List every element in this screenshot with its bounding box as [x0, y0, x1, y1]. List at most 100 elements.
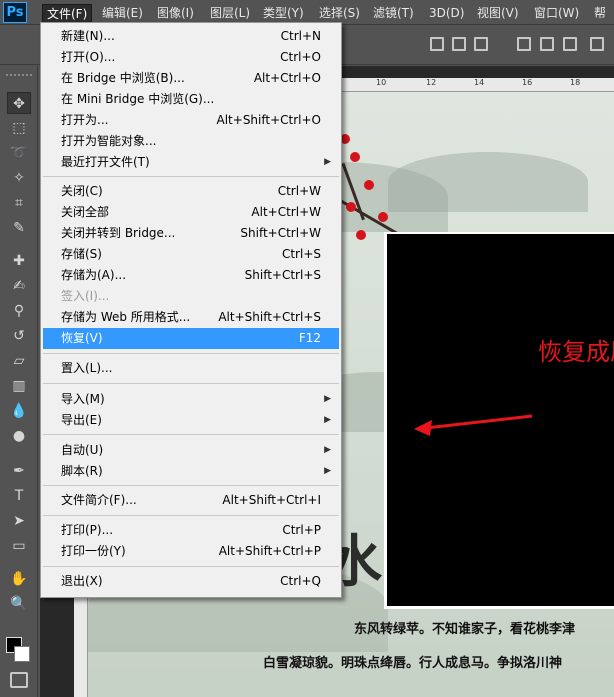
submenu-arrow-icon: ▶	[324, 445, 331, 455]
ruler-tick: 10	[376, 78, 387, 87]
panel-grip[interactable]	[6, 74, 32, 78]
poem-line: 白雪凝琼貌。明珠点绛唇。行人成息马。争拟洛川神	[263, 656, 563, 671]
menu-item-new[interactable]: 新建(N)... Ctrl+N	[43, 26, 339, 47]
menu-item-place[interactable]: 置入(L)...	[43, 358, 339, 379]
menu-item-shortcut: Alt+Shift+Ctrl+P	[218, 544, 321, 558]
menu-item-label: 签入(I)...	[61, 289, 110, 303]
align-top-icon[interactable]	[430, 37, 444, 51]
menu-item-print[interactable]: 打印(P)... Ctrl+P	[43, 520, 339, 541]
menu-3d[interactable]: 3D(D)	[425, 4, 468, 22]
gradient-tool-icon[interactable]: ▥	[7, 375, 31, 397]
background-color-swatch[interactable]	[14, 646, 30, 662]
crop-tool-icon[interactable]: ⌗	[7, 192, 31, 214]
menu-item-automate[interactable]: 自动(U) ▶	[43, 440, 339, 461]
submenu-arrow-icon: ▶	[324, 157, 331, 167]
history-brush-tool-icon[interactable]: ↺	[7, 325, 31, 347]
menu-layer[interactable]: 图层(L)	[206, 4, 254, 22]
menu-item-save-for-web[interactable]: 存储为 Web 所用格式... Alt+Shift+Ctrl+S	[43, 307, 339, 328]
menu-item-export[interactable]: 导出(E) ▶	[43, 410, 339, 431]
move-tool-icon[interactable]: ✥	[7, 92, 31, 114]
rectangle-tool-icon[interactable]: ▭	[7, 535, 31, 557]
menu-item-close-go-bridge[interactable]: 关闭并转到 Bridge... Shift+Ctrl+W	[43, 223, 339, 244]
menu-item-exit[interactable]: 退出(X) Ctrl+Q	[43, 571, 339, 592]
menu-image[interactable]: 图像(I)	[153, 4, 198, 22]
menu-item-browse-mini-bridge[interactable]: 在 Mini Bridge 中浏览(G)...	[43, 89, 339, 110]
submenu-arrow-icon: ▶	[324, 466, 331, 476]
brush-tool-icon[interactable]: ✍	[7, 275, 31, 297]
clone-stamp-tool-icon[interactable]: ⚲	[7, 300, 31, 322]
pen-tool-icon[interactable]: ✒	[7, 460, 31, 482]
menu-item-label: 导出(E)	[61, 413, 102, 427]
menu-help[interactable]: 帮	[590, 4, 610, 22]
menu-item-label: 文件简介(F)...	[61, 493, 137, 507]
align-vcenter-icon[interactable]	[452, 37, 466, 51]
dodge-tool-icon[interactable]: ●	[7, 425, 31, 447]
tools-panel: ✥ ⬚ ➰ ✧ ⌗ ✎ ✚ ✍ ⚲ ↺ ▱ ▥ 💧 ● ✒ T ➤ ▭ ✋ 🔍	[0, 66, 38, 697]
path-selection-tool-icon[interactable]: ➤	[7, 510, 31, 532]
menu-item-label: 打印一份(Y)	[61, 544, 126, 558]
ruler-tick: 16	[522, 78, 533, 87]
menu-type[interactable]: 类型(Y)	[259, 4, 308, 22]
align-bottom-icon[interactable]	[474, 37, 488, 51]
menu-item-shortcut: Alt+Shift+Ctrl+S	[218, 310, 321, 324]
menu-item-import[interactable]: 导入(M) ▶	[43, 389, 339, 410]
menu-item-label: 存储为(A)...	[61, 268, 127, 282]
menu-item-label: 打开(O)...	[61, 50, 116, 64]
lasso-tool-icon[interactable]: ➰	[7, 142, 31, 164]
magic-wand-tool-icon[interactable]: ✧	[7, 167, 31, 189]
menu-file[interactable]: 文件(F)	[42, 4, 93, 22]
menu-item-close[interactable]: 关闭(C) Ctrl+W	[43, 181, 339, 202]
submenu-arrow-icon: ▶	[324, 415, 331, 425]
submenu-arrow-icon: ▶	[324, 394, 331, 404]
menu-item-open[interactable]: 打开(O)... Ctrl+O	[43, 47, 339, 68]
menu-item-save[interactable]: 存储(S) Ctrl+S	[43, 244, 339, 265]
menu-item-scripts[interactable]: 脚本(R) ▶	[43, 461, 339, 482]
menu-item-recent-files[interactable]: 最近打开文件(T) ▶	[43, 152, 339, 173]
menu-item-browse-bridge[interactable]: 在 Bridge 中浏览(B)... Alt+Ctrl+O	[43, 68, 339, 89]
distribute-vcenter-icon[interactable]	[540, 37, 554, 51]
quick-mask-icon[interactable]	[10, 672, 28, 688]
zoom-tool-icon[interactable]: 🔍	[7, 593, 31, 615]
menu-window[interactable]: 窗口(W)	[530, 4, 583, 22]
distribute-bottom-icon[interactable]	[563, 37, 577, 51]
painted-mountain	[388, 152, 588, 212]
menu-item-label: 在 Bridge 中浏览(B)...	[61, 71, 185, 85]
menu-item-close-all[interactable]: 关闭全部 Alt+Ctrl+W	[43, 202, 339, 223]
menu-select[interactable]: 选择(S)	[315, 4, 364, 22]
eraser-tool-icon[interactable]: ▱	[7, 350, 31, 372]
menu-filter[interactable]: 滤镜(T)	[369, 4, 418, 22]
menu-item-label: 关闭并转到 Bridge...	[61, 226, 176, 240]
menu-item-shortcut: Ctrl+W	[277, 184, 321, 198]
menu-view[interactable]: 视图(V)	[473, 4, 523, 22]
menu-item-label: 存储(S)	[61, 247, 102, 261]
menu-item-open-smart-object[interactable]: 打开为智能对象...	[43, 131, 339, 152]
menu-item-save-as[interactable]: 存储为(A)... Shift+Ctrl+S	[43, 265, 339, 286]
menu-separator	[43, 485, 339, 486]
menu-item-shortcut: Alt+Shift+Ctrl+O	[216, 113, 321, 127]
menu-item-label: 自动(U)	[61, 443, 104, 457]
healing-brush-tool-icon[interactable]: ✚	[7, 250, 31, 272]
plum-blossom	[364, 180, 374, 190]
distribute-left-icon[interactable]	[590, 37, 604, 51]
menu-item-open-as[interactable]: 打开为... Alt+Shift+Ctrl+O	[43, 110, 339, 131]
menu-item-shortcut: Ctrl+S	[281, 247, 321, 261]
type-tool-icon[interactable]: T	[7, 485, 31, 507]
menu-item-label: 打开为智能对象...	[61, 134, 157, 148]
marquee-tool-icon[interactable]: ⬚	[7, 117, 31, 139]
menu-item-label: 存储为 Web 所用格式...	[61, 310, 191, 324]
menu-item-shortcut: Shift+Ctrl+W	[240, 226, 321, 240]
hand-tool-icon[interactable]: ✋	[7, 568, 31, 590]
distribute-top-icon[interactable]	[517, 37, 531, 51]
menu-item-print-one-copy[interactable]: 打印一份(Y) Alt+Shift+Ctrl+P	[43, 541, 339, 562]
eyedropper-tool-icon[interactable]: ✎	[7, 217, 31, 239]
menu-item-label: 最近打开文件(T)	[61, 155, 150, 169]
menu-item-revert[interactable]: 恢复(V) F12	[43, 328, 339, 349]
menu-edit[interactable]: 编辑(E)	[98, 4, 147, 22]
menu-item-label: 退出(X)	[61, 574, 103, 588]
menu-item-check-in: 签入(I)...	[43, 286, 339, 307]
blur-tool-icon[interactable]: 💧	[7, 400, 31, 422]
menu-separator	[43, 434, 339, 435]
menu-separator	[43, 515, 339, 516]
menu-item-file-info[interactable]: 文件简介(F)... Alt+Shift+Ctrl+I	[43, 490, 339, 511]
ruler-tick: 18	[570, 78, 581, 87]
